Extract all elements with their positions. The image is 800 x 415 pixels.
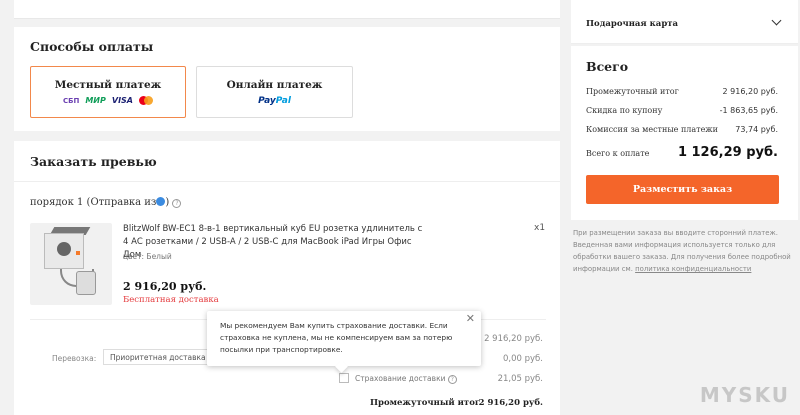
free-shipping-note: Бесплатная доставка (123, 295, 219, 305)
place-order-button[interactable]: Разместить заказ (586, 175, 779, 204)
help-icon[interactable]: ? (172, 199, 182, 208)
payment-methods-title: Способы оплаты (30, 39, 154, 54)
mir-logo-icon: МИР (85, 96, 106, 105)
order-number-label: порядок 1 (Отправка из) ? (30, 197, 182, 208)
product-color: цвет: Белый (123, 252, 172, 261)
shipping-value: 0,00 руб. (503, 354, 543, 364)
total-title: Всего (586, 59, 629, 74)
coupon-discount-label: Скидка по купону (586, 106, 663, 115)
online-payment-title: Онлайн платеж (226, 79, 323, 91)
divider (14, 181, 560, 182)
local-payment-logos: СБП МИР VISA (31, 96, 185, 105)
privacy-policy-link[interactable]: политика конфиденциальности (635, 265, 751, 273)
insurance-label: Страхование доставки ? (355, 374, 457, 384)
help-icon[interactable]: ? (447, 375, 457, 384)
payment-note: При размещении заказа вы вводите сторонн… (573, 229, 791, 273)
watermark: MYSKU (699, 383, 790, 407)
globe-icon (156, 197, 166, 206)
online-payment-option[interactable]: Онлайн платеж PayPal (196, 66, 353, 118)
local-payment-title: Местный платеж (54, 79, 162, 91)
local-payment-option[interactable]: Местный платеж СБП МИР VISA (30, 66, 186, 118)
insurance-value: 21,05 руб. (497, 374, 543, 384)
order-preview-section: Заказать превью порядок 1 (Отправка из) … (14, 141, 560, 415)
grand-total-value: 1 126,29 руб. (677, 145, 778, 160)
order-total-panel: Всего Промежуточный итог 2 916,20 руб. С… (571, 46, 798, 220)
subtotal-label: Промежуточный итог (370, 398, 481, 408)
subtotal-value: 2 916,20 руб. (478, 398, 543, 408)
product-price: 2 916,20 руб. (123, 280, 207, 293)
subtotal-row-value: 2 916,20 руб. (722, 87, 778, 96)
insurance-tooltip: Мы рекомендуем Вам купить страхование до… (207, 311, 481, 366)
order-preview-title: Заказать превью (30, 154, 157, 169)
subtotal-row-label: Промежуточный итог (586, 87, 679, 96)
gift-card-section[interactable]: Подарочная карта (571, 0, 798, 44)
grand-total-label: Всего к оплате (586, 149, 650, 158)
tooltip-text: Мы рекомендуем Вам купить страхование до… (220, 321, 453, 354)
product-image[interactable] (30, 223, 112, 305)
payment-methods-section: Способы оплаты Местный платеж СБП МИР VI… (14, 27, 560, 131)
visa-logo-icon: VISA (111, 96, 133, 105)
local-fee-label: Комиссия за местные платежи (586, 125, 718, 134)
insurance-checkbox[interactable] (339, 373, 349, 383)
coupon-discount-value: -1 863,65 руб. (719, 106, 778, 115)
previous-section-strip (14, 0, 560, 19)
paypal-logo-icon: PayPal (258, 96, 291, 106)
shipping-label: Перевозка: (52, 354, 97, 363)
sbp-logo-icon: СБП (63, 96, 80, 105)
local-fee-value: 73,74 руб. (735, 125, 778, 134)
mastercard-logo-icon (139, 96, 153, 105)
product-quantity: x1 (534, 223, 546, 233)
gift-card-label: Подарочная карта (586, 19, 679, 29)
online-payment-logos: PayPal (197, 96, 352, 106)
close-icon[interactable]: ✕ (466, 313, 475, 325)
items-total-value: 2 916,20 руб. (484, 334, 543, 344)
chevron-down-icon[interactable] (771, 15, 782, 26)
